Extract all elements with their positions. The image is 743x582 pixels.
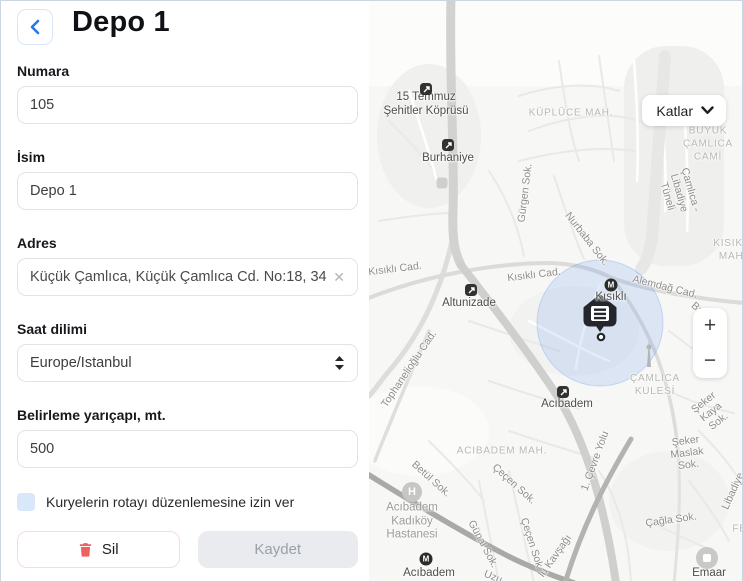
name-input[interactable]: Depo 1 — [17, 172, 358, 210]
courier-route-label: Kuryelerin rotayı düzenlemesine izin ver — [46, 494, 294, 510]
action-buttons: Sil Kaydet — [17, 531, 358, 568]
zoom-control: + − — [693, 308, 727, 378]
radius-label: Belirleme yarıçapı, mt. — [17, 407, 358, 423]
name-label: İsim — [17, 149, 358, 165]
page-title: Depo 1 — [72, 6, 170, 39]
warehouse-form: Numara 105 İsim Depo 1 Adres Küçük Çamlı… — [17, 63, 358, 568]
courier-route-row: Kuryelerin rotayı düzenlemesine izin ver — [17, 493, 358, 511]
address-input[interactable]: Küçük Çamlıca, Küçük Çamlıca Cd. No:18, … — [17, 258, 358, 296]
field-radius: Belirleme yarıçapı, mt. 500 — [17, 407, 358, 468]
number-label: Numara — [17, 63, 358, 79]
delete-label: Sil — [102, 541, 119, 558]
field-name: İsim Depo 1 — [17, 149, 358, 210]
timezone-select[interactable]: Europe/Istanbul — [17, 344, 358, 382]
chevron-down-icon — [701, 106, 714, 115]
save-button[interactable]: Kaydet — [198, 531, 359, 568]
layers-label: Katlar — [656, 103, 693, 119]
select-stepper-icon — [334, 356, 345, 370]
layers-button[interactable]: Katlar — [642, 95, 726, 126]
clear-address-icon[interactable]: ✕ — [333, 270, 345, 284]
field-number: Numara 105 — [17, 63, 358, 124]
save-label: Kaydet — [254, 541, 301, 558]
chevron-left-icon — [29, 19, 41, 35]
timezone-label: Saat dilimi — [17, 321, 358, 337]
delete-button[interactable]: Sil — [17, 531, 180, 568]
field-timezone: Saat dilimi Europe/Istanbul — [17, 321, 358, 382]
zoom-out-button[interactable]: − — [693, 343, 727, 378]
radius-input[interactable]: 500 — [17, 430, 358, 468]
map[interactable]: 15 Temmuz Şehitler KöprüsüBurhaniyeKÜPLÜ… — [369, 1, 743, 582]
map-canvas — [369, 1, 743, 582]
courier-route-checkbox[interactable] — [17, 493, 35, 511]
zoom-in-button[interactable]: + — [693, 308, 727, 343]
address-label: Adres — [17, 235, 358, 251]
number-input[interactable]: 105 — [17, 86, 358, 124]
trash-icon — [78, 542, 93, 557]
field-address: Adres Küçük Çamlıca, Küçük Çamlıca Cd. N… — [17, 235, 358, 296]
back-button[interactable] — [17, 9, 53, 45]
warehouse-edit-page: Depo 1 Numara 105 İsim Depo 1 Adres Küçü… — [0, 0, 743, 582]
